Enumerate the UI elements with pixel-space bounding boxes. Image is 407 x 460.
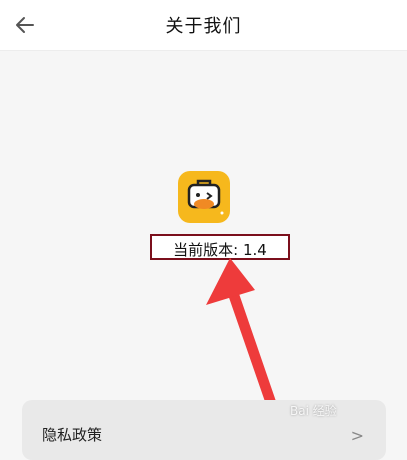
watermark-logo: Bai 经验	[290, 404, 337, 418]
annotation-arrow	[206, 258, 291, 445]
privacy-policy-label: 隐私政策	[42, 426, 103, 444]
chevron-right-icon: >	[350, 426, 364, 445]
